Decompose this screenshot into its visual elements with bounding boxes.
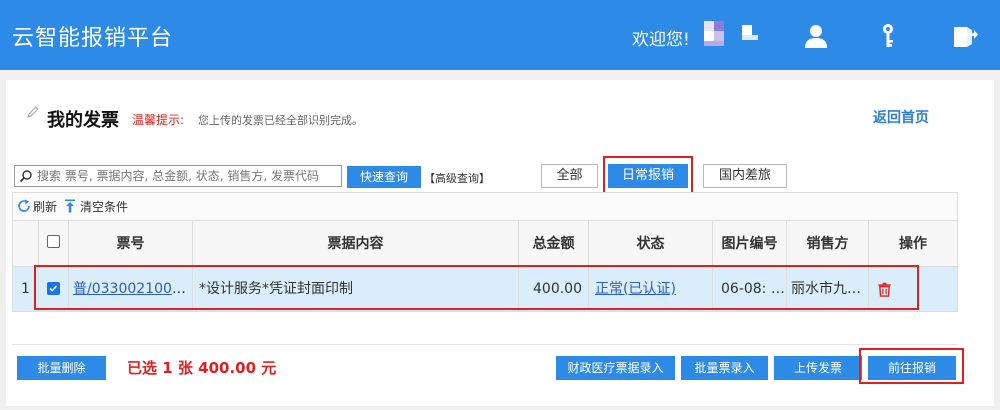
table-row[interactable]: 1 普/0330021003… *设计服务*凭证封面印制 400.00 正常(已… bbox=[13, 267, 957, 311]
app-title: 云智能报销平台 bbox=[12, 26, 174, 51]
col-actions: 操作 bbox=[899, 236, 927, 252]
col-index bbox=[13, 221, 39, 267]
selected-amount: 400.00 bbox=[198, 359, 257, 377]
col-image-no[interactable]: 图片编号 bbox=[713, 221, 787, 267]
top-header: 云智能报销平台 欢迎您! bbox=[0, 0, 1000, 70]
content-cell: *设计服务*凭证封面印制 bbox=[193, 267, 519, 311]
page-title: 我的发票 bbox=[47, 110, 119, 131]
actions-cell bbox=[869, 267, 957, 311]
go-reimburse-button[interactable]: 前往报销 bbox=[868, 356, 956, 380]
tab-domestic-travel[interactable]: 国内差旅 bbox=[703, 164, 787, 188]
logout-icon[interactable] bbox=[950, 22, 978, 50]
table-header: 票号 票据内容 总金额 状态 图片编号 销售方 操作 bbox=[13, 221, 957, 267]
amount-cell: 400.00 bbox=[519, 267, 589, 311]
row-checkbox[interactable] bbox=[47, 282, 60, 295]
pencil-icon bbox=[27, 106, 39, 118]
search-icon bbox=[19, 170, 32, 183]
search-input[interactable] bbox=[37, 167, 339, 185]
back-home-link[interactable]: 返回首页 bbox=[873, 107, 929, 127]
clear-conditions-button[interactable]: 清空条件 bbox=[80, 198, 128, 215]
refresh-button[interactable]: 刷新 bbox=[33, 198, 57, 215]
clear-filter-icon bbox=[65, 199, 75, 213]
table-toolbar: 刷新 清空条件 bbox=[12, 192, 958, 220]
col-amount[interactable]: 总金额 bbox=[519, 221, 589, 267]
selected-summary: 已选 1 张 400.00 元 bbox=[127, 357, 276, 378]
advanced-search-link[interactable]: 【高级查询】 bbox=[424, 170, 490, 186]
seller-cell: 丽水市九… bbox=[787, 267, 869, 311]
tab-all[interactable]: 全部 bbox=[541, 164, 598, 188]
row-index: 1 bbox=[13, 267, 39, 311]
col-seller[interactable]: 销售方 bbox=[787, 221, 869, 267]
delete-icon[interactable] bbox=[877, 282, 892, 297]
welcome-text: 欢迎您! bbox=[632, 30, 690, 50]
row-checkbox-cell bbox=[39, 267, 69, 311]
select-all-checkbox[interactable] bbox=[47, 235, 60, 248]
invoice-table: 票号 票据内容 总金额 状态 图片编号 销售方 操作 1 普/033002100… bbox=[12, 220, 958, 312]
ticket-no-link[interactable]: 普/0330021003… bbox=[73, 281, 192, 297]
status-cell: 正常(已认证) bbox=[589, 267, 713, 311]
medical-entry-button[interactable]: 财政医疗票据录入 bbox=[556, 356, 675, 380]
quick-search-button[interactable]: 快速查询 bbox=[347, 166, 421, 188]
image-no-cell: 06-08: … bbox=[713, 267, 787, 311]
col-status[interactable]: 状态 bbox=[589, 221, 713, 267]
key-icon[interactable] bbox=[874, 22, 902, 50]
batch-entry-button[interactable]: 批量票录入 bbox=[681, 356, 768, 380]
col-content[interactable]: 票据内容 bbox=[193, 221, 519, 267]
selected-prefix: 已选 bbox=[127, 359, 158, 377]
ticket-no-cell: 普/0330021003… bbox=[69, 267, 193, 311]
tip-label: 温馨提示: bbox=[132, 113, 185, 127]
selected-currency: 元 bbox=[261, 359, 277, 377]
avatar bbox=[704, 21, 760, 47]
status-link[interactable]: 正常(已认证) bbox=[595, 281, 676, 297]
col-ticket-no[interactable]: 票号 bbox=[69, 221, 193, 267]
batch-delete-button[interactable]: 批量删除 bbox=[17, 356, 106, 380]
user-icon[interactable] bbox=[802, 22, 830, 50]
upload-invoice-button[interactable]: 上传发票 bbox=[774, 356, 862, 380]
refresh-icon bbox=[18, 199, 30, 212]
selected-count: 1 bbox=[162, 359, 173, 377]
col-select-all bbox=[39, 221, 69, 267]
search-box bbox=[14, 165, 342, 187]
tab-daily-reimbursement[interactable]: 日常报销 bbox=[608, 164, 688, 188]
tip-text: 您上传的发票已经全部识别完成。 bbox=[198, 114, 363, 127]
footer-divider bbox=[12, 344, 958, 345]
selected-unit: 张 bbox=[177, 359, 193, 377]
